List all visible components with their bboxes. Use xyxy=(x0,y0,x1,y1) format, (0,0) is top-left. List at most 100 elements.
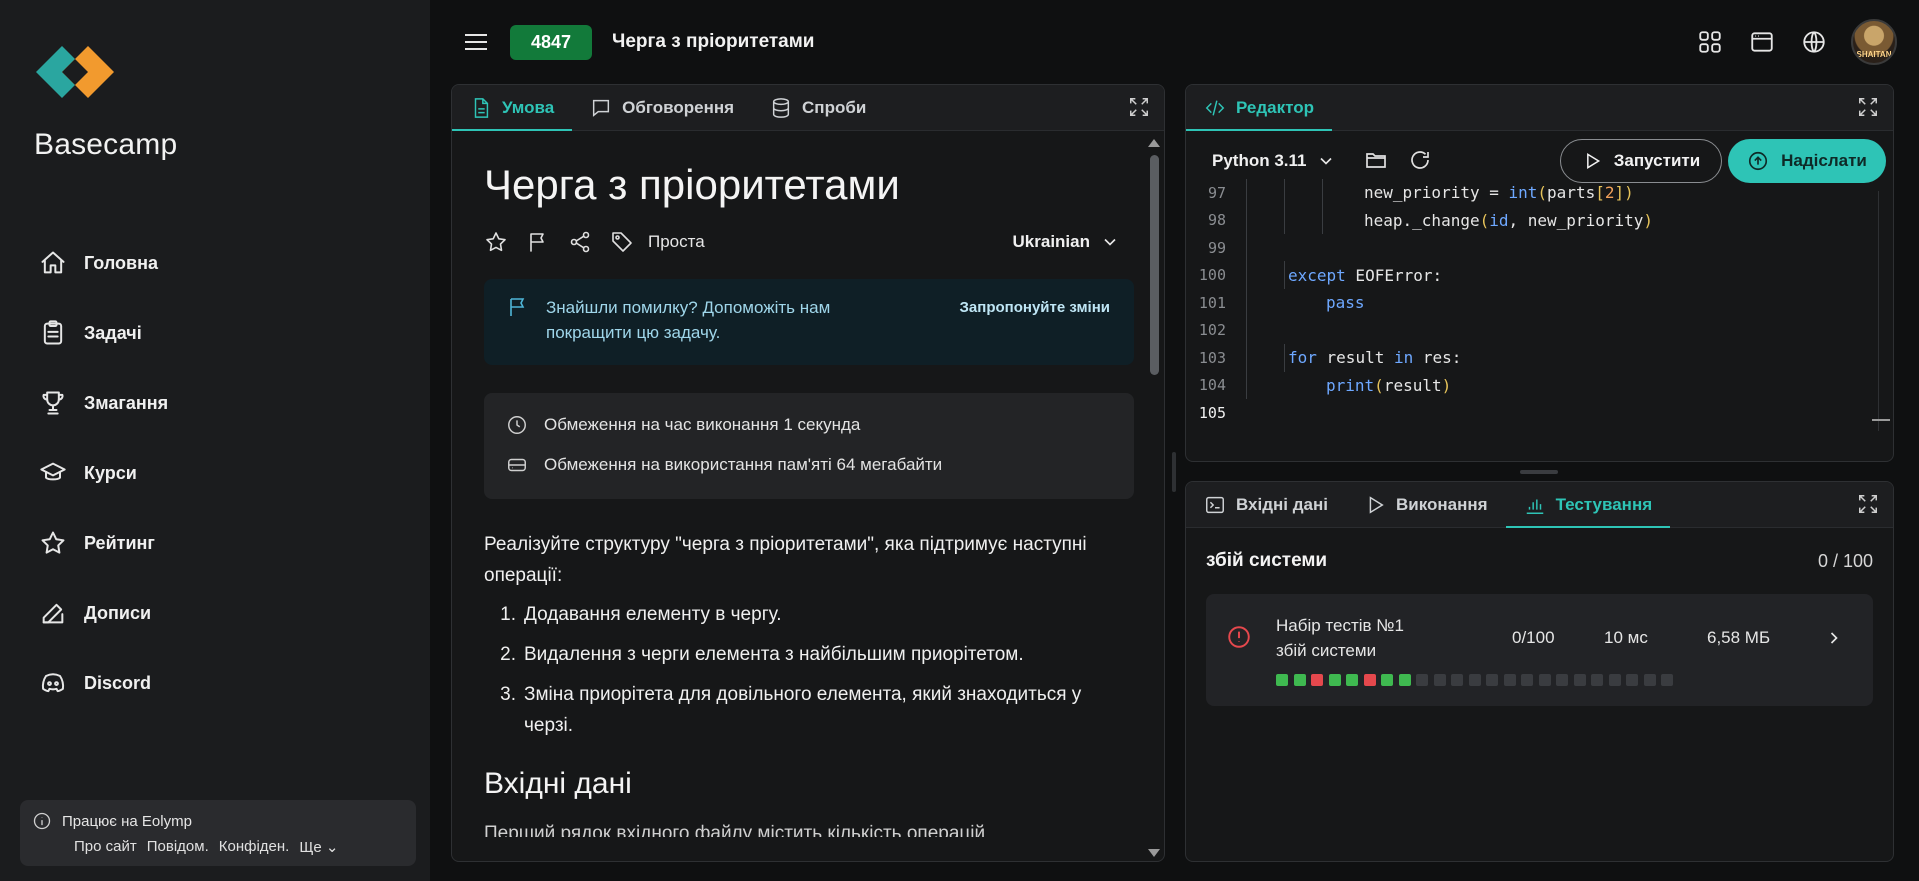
nav-item-home[interactable]: Головна xyxy=(38,228,398,298)
footer-link-report[interactable]: Повідом. xyxy=(147,838,209,856)
nav-label: Задачі xyxy=(84,322,142,343)
test-result-pending[interactable] xyxy=(1538,674,1551,686)
problem-id-badge: 4847 xyxy=(510,25,592,60)
memory-icon xyxy=(508,458,526,472)
run-button[interactable]: Запустити xyxy=(1560,139,1722,183)
alert-text: Знайшли помилку? Допоможіть нам покращит… xyxy=(546,298,831,342)
problem-panel: Умова Обговорення Спроби Черга з пріорит… xyxy=(451,84,1165,862)
test-set-memory: 6,58 МБ xyxy=(1707,628,1771,647)
problem-title-header: Черга з пріоритетами xyxy=(612,31,815,52)
chevron-right-icon[interactable] xyxy=(1824,628,1844,648)
footer-link-privacy[interactable]: Конфіден. xyxy=(219,838,290,856)
sidebar: Basecamp Головна Задачі Змагання Курси Р… xyxy=(0,0,430,881)
test-result-pass[interactable] xyxy=(1328,674,1341,686)
test-result-pending[interactable] xyxy=(1661,674,1673,686)
test-result-pending[interactable] xyxy=(1521,674,1533,686)
tab-testing[interactable]: Тестування xyxy=(1505,482,1671,528)
problem-title: Черга з пріоритетами xyxy=(484,161,900,208)
basecamp-logo-icon[interactable] xyxy=(34,44,116,104)
nav-item-competitions[interactable]: Змагання xyxy=(38,368,398,438)
tab-editor[interactable]: Редактор xyxy=(1186,85,1332,131)
trophy-icon xyxy=(38,388,68,418)
folder-icon[interactable] xyxy=(1364,148,1390,174)
nav-label: Discord xyxy=(84,672,152,693)
play-icon xyxy=(1369,495,1384,514)
horizontal-splitter[interactable] xyxy=(1520,470,1558,474)
test-result-pending[interactable] xyxy=(1626,674,1638,686)
editor-scrollbar[interactable] xyxy=(1872,191,1890,431)
powered-by-text: Працює на Eolymp xyxy=(62,812,192,830)
expand-icon[interactable] xyxy=(1857,493,1881,517)
code-icon xyxy=(1205,99,1225,116)
tab-run[interactable]: Виконання xyxy=(1346,482,1506,527)
scroll-thumb[interactable] xyxy=(1149,155,1159,375)
test-results-strip xyxy=(1276,674,1673,686)
test-result-pending[interactable] xyxy=(1486,674,1498,686)
test-result-pending[interactable] xyxy=(1416,674,1428,686)
language-select[interactable]: Ukrainian xyxy=(1013,232,1120,252)
expand-icon[interactable] xyxy=(1857,96,1881,120)
nav-item-rating[interactable]: Рейтинг xyxy=(38,508,398,578)
user-avatar[interactable]: SHAITAN xyxy=(1851,19,1897,65)
footer-link-about[interactable]: Про сайт xyxy=(74,838,137,856)
test-result-pending[interactable] xyxy=(1451,674,1463,686)
nav-item-posts[interactable]: Дописи xyxy=(38,578,398,648)
apps-grid-icon[interactable] xyxy=(1691,18,1729,66)
test-set-card[interactable]: Набір тестів №1 збій системи 0/100 10 мс… xyxy=(1206,594,1873,706)
chevron-down-icon xyxy=(1320,157,1333,165)
nav-item-problems[interactable]: Задачі xyxy=(38,298,398,368)
share-icon[interactable] xyxy=(568,230,592,254)
test-set-status: збій системи xyxy=(1276,641,1377,660)
nav-item-discord[interactable]: Discord xyxy=(38,648,398,718)
home-icon xyxy=(38,248,68,278)
test-result-pending[interactable] xyxy=(1573,674,1586,686)
scroll-up-icon[interactable] xyxy=(1148,139,1160,147)
tab-input[interactable]: Вхідні дані xyxy=(1186,482,1346,527)
tab-statement[interactable]: Умова xyxy=(452,85,573,131)
test-result-pending[interactable] xyxy=(1556,674,1568,686)
problem-body: Черга з пріоритетами Проста Ukrainian Зн… xyxy=(452,131,1164,861)
test-result-pending[interactable] xyxy=(1433,674,1446,686)
flag-icon xyxy=(510,298,525,316)
menu-icon[interactable] xyxy=(462,28,490,56)
vertical-splitter[interactable] xyxy=(1172,452,1176,492)
test-result-fail[interactable] xyxy=(1363,674,1376,686)
test-result-pass[interactable] xyxy=(1276,674,1288,686)
suggest-edits-link[interactable]: Запропонуйте зміни xyxy=(960,299,1110,316)
footer-link-more[interactable]: Ще ⌄ xyxy=(299,838,338,856)
flag-icon[interactable] xyxy=(526,230,550,254)
test-result-pending[interactable] xyxy=(1643,674,1656,686)
top-actions: SHAITAN xyxy=(1691,18,1897,66)
tab-submissions[interactable]: Спроби xyxy=(752,85,884,130)
test-result-pending[interactable] xyxy=(1503,674,1516,686)
test-result-pending[interactable] xyxy=(1608,674,1621,686)
tag-icon[interactable] xyxy=(610,230,634,254)
tab-discussion[interactable]: Обговорення xyxy=(572,85,752,130)
problem-scrollbar[interactable] xyxy=(1148,137,1160,857)
test-result-pending[interactable] xyxy=(1468,674,1481,686)
document-icon xyxy=(474,97,489,118)
submit-button[interactable]: Надіслати xyxy=(1728,139,1886,183)
test-result-pass[interactable] xyxy=(1381,674,1393,686)
problem-meta: Проста Ukrainian xyxy=(484,227,1134,257)
expand-icon[interactable] xyxy=(1128,96,1152,120)
test-result-pass[interactable] xyxy=(1398,674,1411,686)
output-tabs: Вхідні дані Виконання Тестування xyxy=(1186,482,1893,528)
code-line: 98 heap._change(id, new_priority) xyxy=(1207,210,1653,230)
star-icon xyxy=(38,528,68,558)
star-icon[interactable] xyxy=(484,230,508,254)
output-panel: Вхідні дані Виконання Тестування збій си… xyxy=(1185,481,1894,862)
test-result-pass[interactable] xyxy=(1293,674,1306,686)
test-result-pass[interactable] xyxy=(1346,674,1358,686)
code-area[interactable]: 97 new_priority = int(parts[2]) 98 heap._c… xyxy=(1186,179,1893,441)
nav-item-courses[interactable]: Курси xyxy=(38,438,398,508)
globe-icon[interactable] xyxy=(1795,18,1833,66)
language-version-select[interactable]: Python 3.11 xyxy=(1212,151,1336,171)
footer-box: Працює на Eolymp Про сайт Повідом. Конфі… xyxy=(20,800,416,866)
scroll-down-icon[interactable] xyxy=(1148,849,1160,857)
window-icon[interactable] xyxy=(1743,18,1781,66)
test-result-fail[interactable] xyxy=(1311,674,1323,686)
play-icon xyxy=(1586,152,1600,170)
reset-icon[interactable] xyxy=(1408,148,1434,174)
test-result-pending[interactable] xyxy=(1591,674,1603,686)
